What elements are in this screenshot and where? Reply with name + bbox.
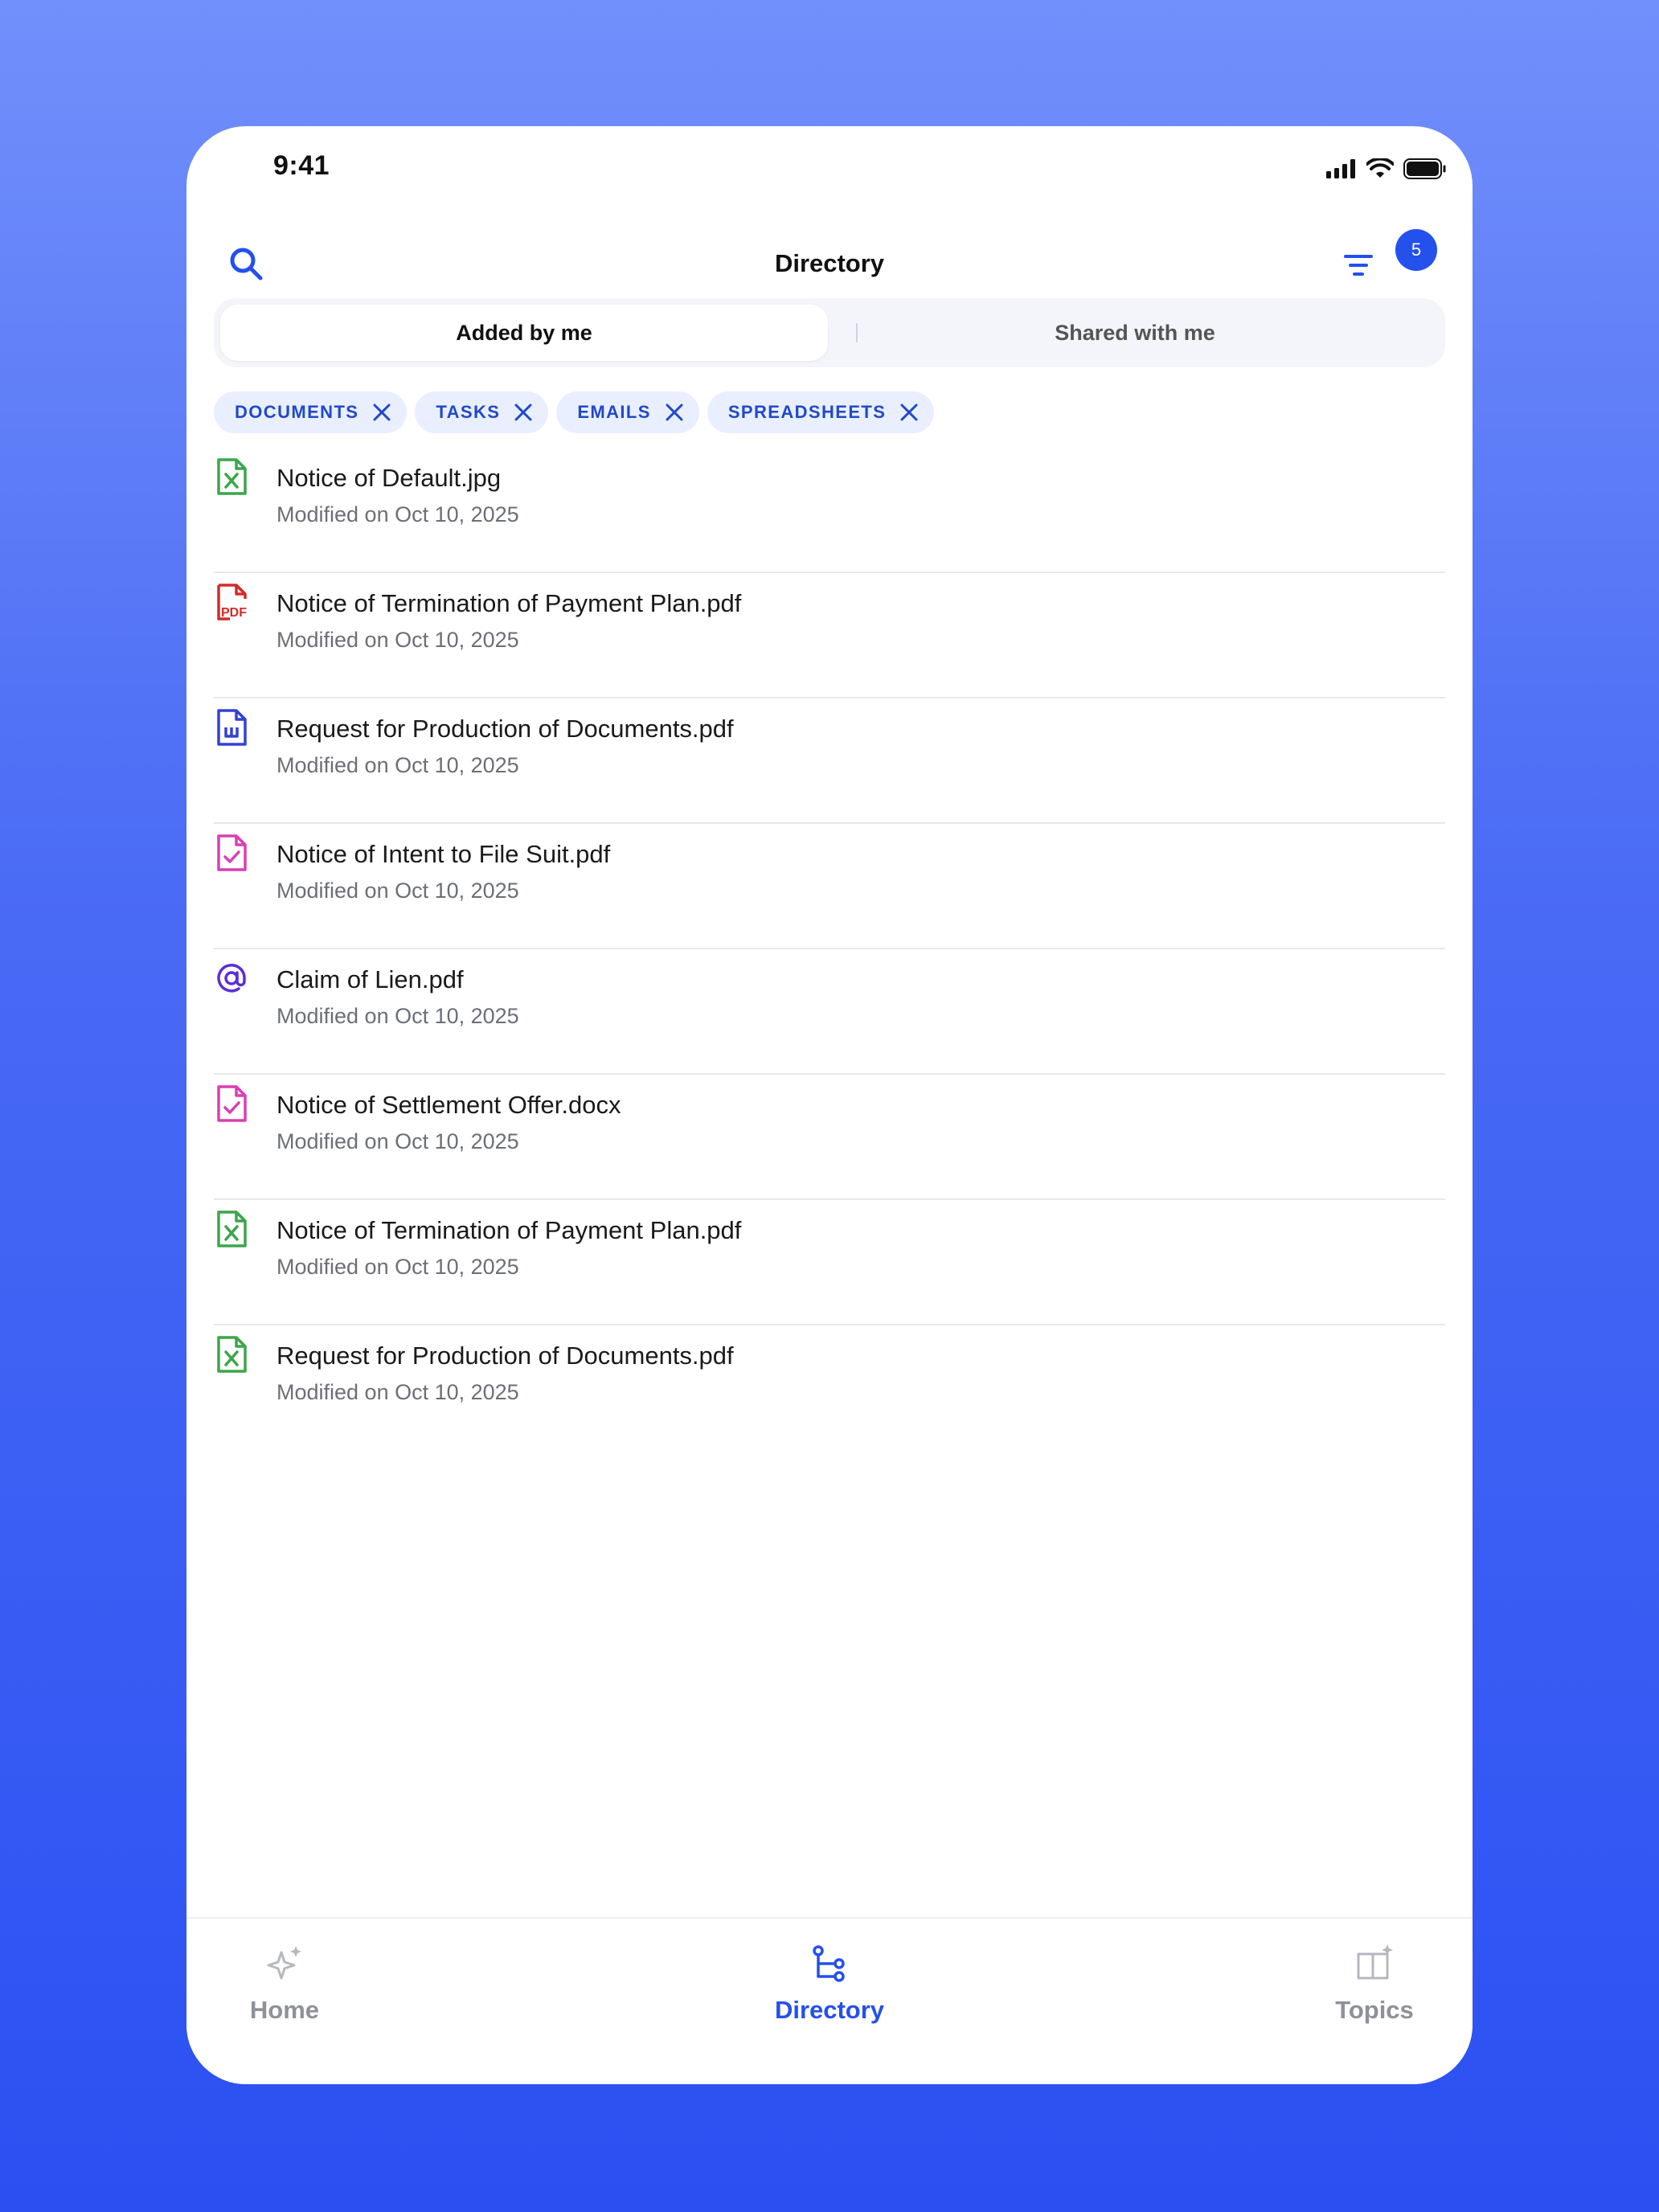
tab-directory-label: Directory: [774, 1996, 885, 2024]
battery-icon: [1403, 158, 1446, 179]
tab-added-by-me[interactable]: Added by me: [220, 305, 828, 361]
file-row[interactable]: Claim of Lien.pdf Modified on Oct 10, 20…: [214, 949, 1445, 1075]
sparkle-icon: [267, 1946, 301, 1980]
spreadsheet-icon: [217, 458, 247, 495]
file-name: Notice of Default.jpg: [276, 464, 502, 492]
file-row[interactable]: PDF Notice of Termination of Payment Pla…: [214, 573, 1445, 698]
file-modified-date: Modified on Oct 10, 2025: [276, 1129, 519, 1153]
page-title: Directory: [774, 249, 885, 277]
file-modified-date: Modified on Oct 10, 2025: [276, 879, 519, 903]
file-name: Notice of Intent to File Suit.pdf: [276, 840, 611, 868]
file-name: Notice of Termination of Payment Plan.pd…: [276, 1216, 742, 1244]
pdf-icon: PDF: [217, 584, 247, 621]
tab-topics-label: Topics: [1335, 1996, 1414, 2024]
file-row[interactable]: Request for Production of Documents.pdf …: [214, 698, 1445, 824]
chip-emails[interactable]: EMAILS: [556, 391, 699, 433]
word-doc-icon: [217, 709, 247, 746]
email-at-icon: [217, 964, 246, 993]
chip-spreadsheets[interactable]: SPREADSHEETS: [707, 391, 935, 433]
file-list: Notice of Default.jpg Modified on Oct 10…: [214, 448, 1445, 1449]
status-time: 9:41: [273, 150, 330, 181]
close-icon[interactable]: [899, 402, 920, 423]
status-icons: [1326, 158, 1447, 179]
file-name: Notice of Termination of Payment Plan.pd…: [276, 589, 742, 617]
file-modified-date: Modified on Oct 10, 2025: [276, 1255, 519, 1279]
tab-topics[interactable]: Topics: [1294, 1941, 1455, 2025]
tab-shared-with-me[interactable]: Shared with me: [831, 305, 1439, 361]
file-modified-date: Modified on Oct 10, 2025: [276, 753, 519, 777]
tab-home[interactable]: Home: [204, 1941, 365, 2025]
task-doc-icon: [217, 834, 247, 871]
file-row[interactable]: Notice of Settlement Offer.docx Modified…: [214, 1075, 1445, 1200]
chip-label: SPREADSHEETS: [727, 402, 887, 422]
chip-label: EMAILS: [577, 402, 651, 422]
tab-directory[interactable]: Directory: [749, 1941, 910, 2025]
file-modified-date: Modified on Oct 10, 2025: [276, 628, 519, 652]
filter-icon[interactable]: [1342, 249, 1374, 281]
filter-chips: DOCUMENTS TASKS EMAILS SPREADSHEETS: [214, 391, 935, 433]
file-name: Notice of Settlement Offer.docx: [276, 1091, 621, 1119]
task-doc-icon: [217, 1085, 247, 1122]
bottom-tab-bar: Home Directory Topics: [186, 1917, 1473, 2084]
chip-label: TASKS: [436, 402, 501, 422]
status-bar: 9:41: [186, 126, 1473, 207]
close-icon[interactable]: [513, 402, 534, 423]
wifi-icon: [1366, 158, 1394, 178]
file-modified-date: Modified on Oct 10, 2025: [276, 502, 519, 526]
chip-label: DOCUMENTS: [235, 402, 359, 422]
directory-tree-icon: [813, 1945, 845, 1982]
file-row[interactable]: Request for Production of Documents.pdf …: [214, 1325, 1445, 1449]
chip-tasks[interactable]: TASKS: [415, 391, 549, 433]
segmented-control: Added by me Shared with me: [214, 298, 1445, 367]
spreadsheet-icon: [217, 1336, 247, 1373]
file-row[interactable]: Notice of Default.jpg Modified on Oct 10…: [214, 448, 1445, 573]
topics-book-icon: [1357, 1944, 1393, 1980]
svg-text:PDF: PDF: [221, 606, 247, 620]
chip-documents[interactable]: DOCUMENTS: [214, 391, 408, 433]
tab-home-label: Home: [249, 1996, 320, 2024]
cellular-signal-icon: [1326, 159, 1355, 178]
file-row[interactable]: Notice of Termination of Payment Plan.pd…: [214, 1200, 1445, 1325]
spreadsheet-icon: [217, 1210, 247, 1247]
filter-count-badge[interactable]: 5: [1395, 229, 1437, 271]
file-modified-date: Modified on Oct 10, 2025: [276, 1380, 519, 1404]
close-icon[interactable]: [664, 402, 685, 423]
close-icon[interactable]: [371, 402, 392, 423]
navigation-header: Directory 5: [186, 223, 1473, 303]
file-name: Request for Production of Documents.pdf: [276, 1342, 734, 1370]
file-row[interactable]: Notice of Intent to File Suit.pdf Modifi…: [214, 824, 1445, 949]
file-name: Claim of Lien.pdf: [276, 965, 464, 993]
device-frame: 9:41 Directory 5 Added by me Shared with…: [186, 126, 1473, 2084]
file-name: Request for Production of Documents.pdf: [276, 715, 734, 743]
file-modified-date: Modified on Oct 10, 2025: [276, 1004, 519, 1028]
